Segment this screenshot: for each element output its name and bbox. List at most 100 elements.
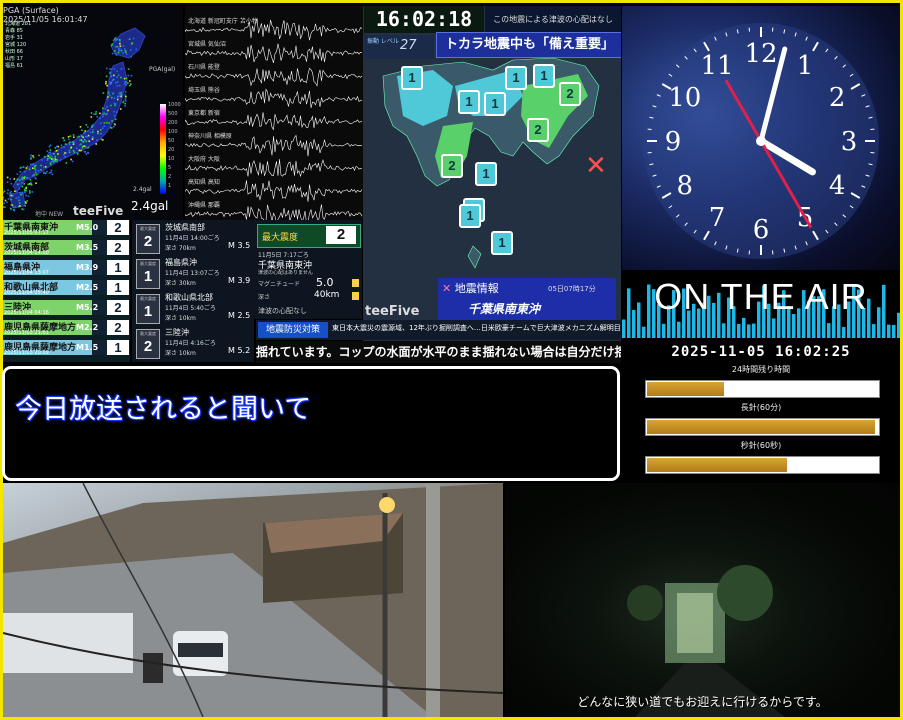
quake-magnitude: M3.5 — [76, 243, 99, 252]
quake-intensity: 1 — [107, 260, 129, 275]
on-air-text: ON THE AIR — [654, 276, 868, 317]
max-intensity-panel: 最大震度 2 11月5日 7:17ごろ 千葉県南東沖 津波の心配はありません マ… — [254, 220, 362, 319]
station-label: 埼玉県 熊谷 — [188, 87, 220, 94]
pga-map-panel: PGA (Surface) 2025/11/05 16:01:47 北海道 281… — [3, 6, 183, 220]
digital-clock: 16:02:18 — [364, 6, 484, 33]
alley-scene — [627, 565, 785, 717]
scale-label: 200 — [168, 120, 178, 126]
visualizer-bar — [662, 323, 666, 338]
visualizer-bar — [737, 324, 741, 338]
clock-numeral: 11 — [700, 51, 733, 81]
teefive-logo: teeFive — [73, 204, 124, 218]
scale-label: 1 — [168, 183, 172, 189]
ticker-tag: 地震防災対策 — [258, 322, 328, 338]
intensity-marker: 1 — [458, 90, 480, 114]
status-panel: 2025-11-05 16:02:25 24時間残り時間 長針(60分) 秒針(60… — [622, 338, 900, 480]
detail-place: 茨城県南部 — [165, 223, 205, 232]
station-label: 北海道 新冠町支庁 苫小牧 — [188, 18, 258, 25]
quake-list-row[interactable]: 鹿児島県薩摩地方 2025/11/03 21:01 M2.2 2 — [3, 320, 130, 336]
pga-label: PGA(gal) — [149, 66, 176, 73]
quake-list-row[interactable]: 鹿児島県薩摩地方 2025/11/03 20:09 M1.5 1 — [3, 340, 130, 356]
quake-detail-row[interactable]: 最大震度 2 三陸沖 11月4日 4:16ごろ 深さ 10km M 5.2 — [132, 325, 254, 359]
quake-detail-row[interactable]: 最大震度 1 和歌山県北部 11月4日 5:40ごろ 深さ 10km M 2.5 — [132, 290, 254, 324]
news-banner: トカラ地震中も「備え重要」 — [436, 32, 621, 58]
quake-list-row[interactable]: 千葉県南東沖 2025/11/05 07:17 M5.0 2 — [3, 220, 130, 236]
detail-magnitude: M 3.9 — [228, 276, 251, 285]
quake-detail-list: 最大震度 2 茨城県南部 11月4日 14:00ごろ 深さ 70km M 3.5 最大震度 1… — [132, 220, 254, 362]
quake-list-row[interactable]: 和歌山県北部 2025/11/04 05:40 M2.5 1 — [3, 280, 130, 296]
analog-clock: 121234567891011 — [643, 23, 879, 259]
street-scene — [3, 483, 503, 717]
quake-magnitude: M5.2 — [76, 303, 99, 312]
intensity-badge: 最大震度 2 — [136, 224, 160, 254]
max-intensity-value: 2 — [326, 226, 356, 244]
scale-label: 10 — [168, 156, 175, 162]
status-datetime: 2025-11-05 16:02:25 — [671, 344, 851, 360]
detail-magnitude: M 5.2 — [228, 346, 251, 355]
scale-label: 1000 — [168, 102, 181, 108]
quake-magnitude: M2.5 — [76, 283, 99, 292]
quake-list-row[interactable]: 茨城県南部 2025/11/04 14:00 M3.5 2 — [3, 240, 130, 256]
clock-numeral: 6 — [753, 215, 770, 245]
quake-intensity: 2 — [107, 320, 129, 335]
max-intensity-box: 最大震度 2 — [257, 224, 361, 248]
waveform-panel: 北海道 新冠町支庁 苫小牧 宮城県 気仙沼 石川県 能登 埼玉県 熊谷 東京都 新宿 神奈… — [185, 6, 363, 220]
visualizer-bar — [892, 324, 896, 338]
video-subtitle: どんなに狭い道でもお迎えに行けるからです。 — [577, 695, 828, 709]
quake-detail-row[interactable]: 最大震度 2 茨城県南部 11月4日 14:00ごろ 深さ 70km M 3.5 — [132, 220, 254, 254]
quake-detail-row[interactable]: 最大震度 1 福島県沖 11月4日 13:07ごろ 深さ 30km M 3.9 — [132, 255, 254, 289]
teefive-logo-2: teeFive — [365, 304, 420, 319]
quake-magnitude: M5.0 — [76, 223, 99, 232]
quake-intensity: 2 — [107, 220, 129, 235]
scale-label: 5 — [168, 165, 172, 171]
intensity-marker: 1 — [533, 64, 555, 88]
quake-intensity: 2 — [107, 240, 129, 255]
quake-intensity: 2 — [107, 300, 129, 315]
quake-intensity: 1 — [107, 280, 129, 295]
detail-time: 11月4日 4:16ごろ — [165, 340, 216, 347]
quake-date: 2025/11/05 07:17 — [4, 230, 49, 236]
station-label: 宮城県 気仙沼 — [188, 41, 226, 48]
magnitude-marker — [352, 279, 359, 287]
intensity-badge: 最大震度 1 — [136, 259, 160, 289]
detail-time: 11月4日 13:07ごろ — [165, 270, 220, 277]
detail-magnitude: M 2.5 — [228, 311, 251, 320]
visualizer-bar — [622, 319, 626, 338]
clock-numeral: 8 — [677, 171, 694, 201]
visualizer-bar — [752, 323, 756, 338]
clock-numeral: 1 — [797, 51, 814, 81]
status-progress-fill — [647, 458, 787, 472]
detail-depth: 深さ 30km — [165, 280, 196, 287]
detail-place: 三陸沖 — [165, 328, 189, 337]
visualizer-bar — [827, 323, 831, 338]
intensity-marker: 2 — [527, 118, 549, 142]
status-progress-fill — [647, 420, 876, 434]
magnitude-value: 5.0 — [316, 276, 334, 289]
quake-list-row[interactable]: 福島県沖 2025/11/04 13:07 M3.9 1 — [3, 260, 130, 276]
quake-info-title: ✕ 地震情報 — [442, 282, 499, 295]
intensity-marker: 1 — [505, 66, 527, 90]
visualizer-bar — [772, 318, 776, 338]
scroll-ticker-text: 揺れています。コップの水面が水平のまま揺れない場合は自分だけ揺れ — [256, 345, 621, 359]
depth-label: 深さ — [258, 294, 271, 301]
station-label: 石川県 能登 — [188, 64, 220, 71]
quake-list-row[interactable]: 三陸沖 2025/11/04 04:16 M5.2 2 — [3, 300, 130, 316]
intensity-badge-value: 2 — [143, 233, 153, 250]
quake-magnitude: M3.9 — [76, 263, 99, 272]
street-camera-feed — [3, 483, 503, 717]
news-ticker: 地震防災対策 東日本大震災の震源域、12年ぶり掘削調査へ…日米欧豪チームで巨大津… — [256, 320, 621, 340]
intensity-marker: 2 — [441, 154, 463, 178]
tsunami-note: 津波の心配はありません — [258, 270, 313, 276]
clock-numeral: 4 — [829, 171, 846, 201]
on-air-panel: ON THE AIR — [622, 270, 900, 338]
scale-label: 500 — [168, 111, 178, 117]
depth-value: 40km — [314, 290, 340, 300]
visualizer-bar — [677, 321, 681, 338]
status-progress-bar — [645, 418, 880, 436]
gal-value: 2.4gal — [131, 199, 169, 213]
intensity-badge: 最大震度 1 — [136, 294, 160, 324]
visualizer-bar — [872, 324, 876, 338]
status-bar-label: 長針(60分) — [740, 403, 782, 412]
clock-center — [756, 136, 766, 146]
intensity-marker: 1 — [475, 162, 497, 186]
